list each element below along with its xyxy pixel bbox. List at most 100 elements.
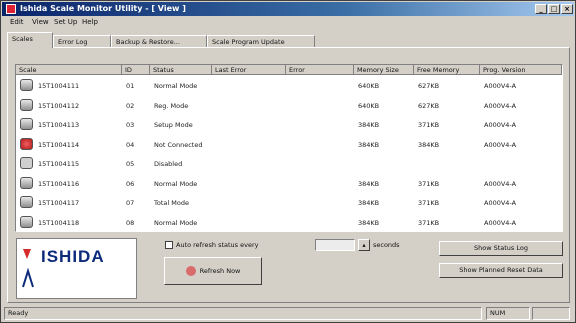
cell-free: 371KB — [418, 179, 440, 188]
scale-error-icon — [20, 137, 33, 150]
cell-scale: 15T1004118 — [38, 218, 80, 227]
cell-id: 06 — [126, 179, 135, 188]
scale-icon — [20, 196, 33, 208]
table-row[interactable]: 15T1004114 04 Not Connected 384KB 384KB A000V… — [16, 135, 562, 155]
menu-setup[interactable]: Set Up — [54, 18, 77, 26]
menu-view[interactable]: View — [32, 18, 49, 26]
tab-program-update[interactable]: Scale Program Update — [207, 35, 315, 47]
status-num: NUM — [486, 307, 530, 320]
cell-free: 371KB — [418, 199, 440, 207]
tab-backup-restore[interactable]: Backup & Restore... — [111, 35, 207, 47]
cell-status: Setup Mode — [154, 121, 193, 129]
window-title: Ishida Scale Monitor Utility - [ View ] — [20, 4, 186, 13]
cell-status: Normal Mode — [154, 179, 198, 188]
cell-free: 627KB — [418, 82, 440, 90]
table-row[interactable]: 15T1004111 01 Normal Mode 640KB 627KB A000V4-… — [16, 76, 562, 96]
col-free-memory[interactable]: Free Memory — [414, 65, 480, 75]
cell-ver: A000V4-A — [484, 101, 517, 110]
cell-scale: 15T1004116 — [38, 179, 80, 188]
table-row[interactable]: 15T1004117 07 Total Mode 384KB 371KB A000V4-A — [16, 193, 562, 213]
cell-ver: A000V4-A — [484, 82, 517, 90]
status-bar: Ready NUM — [2, 305, 574, 322]
scale-icon — [20, 79, 33, 91]
app-icon — [6, 4, 16, 14]
menu-help[interactable]: Help — [82, 18, 98, 26]
scale-icon — [20, 215, 33, 228]
show-planned-reset-button[interactable]: Show Planned Reset Data — [439, 263, 563, 278]
col-memory-size[interactable]: Memory Size — [354, 65, 414, 75]
refresh-icon — [185, 266, 196, 276]
col-prog-version[interactable]: Prog. Version — [480, 65, 562, 75]
scale-icon — [20, 118, 33, 130]
scale-icon — [20, 157, 33, 169]
tab-scales[interactable]: Scales — [7, 32, 53, 48]
cell-ver: A000V4-A — [484, 140, 517, 149]
interval-input[interactable] — [315, 239, 355, 251]
cell-mem: 640KB — [358, 101, 380, 110]
cell-ver: A000V4-A — [484, 179, 517, 188]
cell-status: Normal Mode — [154, 82, 198, 90]
scale-icon — [20, 98, 33, 111]
title-bar[interactable]: Ishida Scale Monitor Utility - [ View ] … — [2, 2, 574, 16]
cell-scale: 15T1004112 — [38, 101, 80, 110]
table-row[interactable]: 15T1004118 08 Normal Mode 384KB 371KB A000V4-… — [16, 213, 562, 232]
auto-refresh-label: Auto refresh status every — [176, 241, 259, 249]
table-row[interactable]: 15T1004115 05 Disabled — [16, 154, 562, 174]
refresh-now-button[interactable]: Refresh Now — [164, 257, 262, 285]
cell-free: 371KB — [418, 218, 440, 227]
maximize-button[interactable]: □ — [548, 4, 560, 14]
col-last-error[interactable]: Last Error — [212, 65, 286, 75]
interval-spinner[interactable]: ▴ — [358, 239, 370, 251]
col-id[interactable]: ID — [122, 65, 150, 75]
cell-scale: 15T1004115 — [38, 160, 80, 168]
cell-mem: 384KB — [358, 140, 380, 149]
scale-icon — [20, 176, 33, 189]
cell-ver: A000V4-A — [484, 199, 517, 207]
cell-scale: 15T1004114 — [38, 140, 80, 149]
ishida-logo: ISHIDA — [16, 238, 137, 299]
cell-mem: 384KB — [358, 179, 380, 188]
logo-text: ISHIDA — [41, 247, 105, 266]
status-empty — [532, 307, 570, 320]
cell-id: 04 — [126, 140, 135, 149]
col-scale[interactable]: Scale — [16, 65, 122, 75]
cell-id: 03 — [126, 121, 135, 129]
cell-id: 02 — [126, 101, 135, 110]
scale-list[interactable]: Scale ID Status Last Error Error Memory … — [15, 64, 563, 232]
cell-ver: A000V4-A — [484, 121, 517, 129]
col-status[interactable]: Status — [150, 65, 212, 75]
table-row[interactable]: 15T1004112 02 Reg. Mode 640KB 627KB A000V4-A — [16, 96, 562, 116]
status-text: Ready — [4, 307, 482, 320]
minimize-button[interactable]: _ — [535, 4, 547, 14]
menu-bar: Edit View Set Up Help — [2, 17, 574, 28]
col-error[interactable]: Error — [286, 65, 354, 75]
cell-id: 07 — [126, 199, 135, 207]
cell-free: 384KB — [418, 140, 440, 149]
cell-status: Total Mode — [154, 199, 189, 207]
auto-refresh-checkbox[interactable] — [165, 241, 173, 249]
tab-error-log[interactable]: Error Log — [53, 35, 111, 47]
app-window: Ishida Scale Monitor Utility - [ View ] … — [0, 0, 576, 323]
cell-id: 08 — [126, 218, 135, 227]
cell-status: Not Connected — [154, 140, 203, 149]
refresh-now-label: Refresh Now — [199, 267, 241, 275]
cell-status: Disabled — [154, 160, 183, 168]
table-row[interactable]: 15T1004113 03 Setup Mode 384KB 371KB A000V4-A — [16, 115, 562, 135]
seconds-label: seconds — [373, 241, 400, 249]
cell-scale: 15T1004111 — [38, 82, 80, 90]
cell-status: Normal Mode — [154, 218, 198, 227]
cell-id: 05 — [126, 160, 135, 168]
show-status-log-button[interactable]: Show Status Log — [439, 241, 563, 256]
cell-mem: 384KB — [358, 121, 380, 129]
cell-mem: 640KB — [358, 82, 380, 90]
cell-free: 371KB — [418, 121, 440, 129]
cell-mem: 384KB — [358, 218, 380, 227]
cell-status: Reg. Mode — [154, 101, 189, 110]
cell-free: 627KB — [418, 101, 440, 110]
close-button[interactable]: × — [561, 4, 573, 14]
cell-id: 01 — [126, 82, 135, 90]
cell-scale: 15T1004113 — [38, 121, 80, 129]
table-row[interactable]: 15T1004116 06 Normal Mode 384KB 371KB A000V4-… — [16, 174, 562, 194]
cell-mem: 384KB — [358, 199, 380, 207]
menu-edit[interactable]: Edit — [10, 18, 24, 26]
